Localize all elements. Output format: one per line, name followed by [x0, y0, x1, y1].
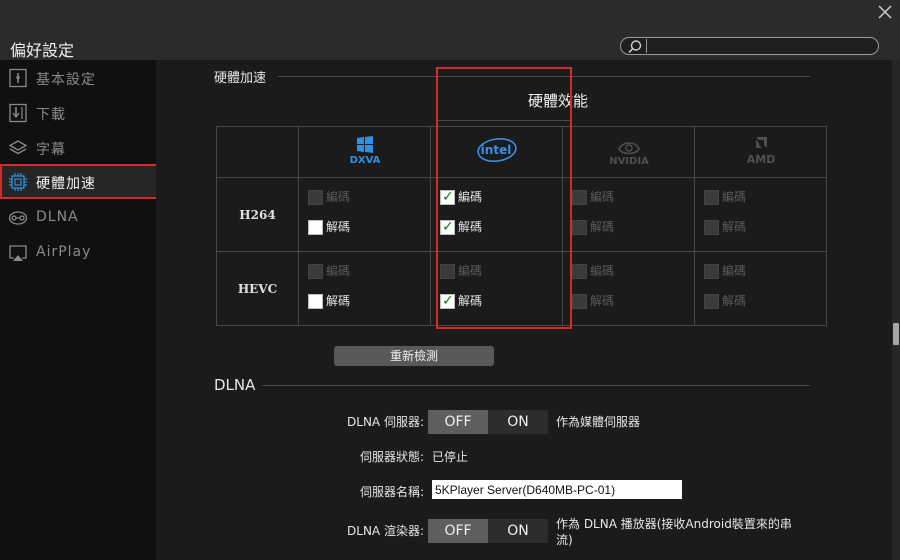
windows-dxva-logo: DXVA: [349, 136, 380, 165]
sidebar-item-label: 字幕: [36, 142, 66, 158]
section-title-dlna: DLNA: [214, 376, 256, 394]
cell-hevc-nvidia: 編碼 解碼: [562, 251, 695, 326]
dlna-renderer-label: DLNA 渲染器:: [347, 524, 424, 538]
table-corner-cell: [216, 126, 299, 178]
download-icon: [9, 103, 27, 123]
cell-hevc-amd: 編碼 解碼: [694, 251, 827, 326]
cell-hevc-intel: 編碼 ✓ 解碼: [430, 251, 563, 326]
server-name-input[interactable]: [432, 480, 682, 499]
table-row-hevc: HEVC 編碼 解碼 編碼 ✓ 解碼 編碼 解碼 編碼 解碼: [216, 251, 827, 326]
codec-label: HEVC: [216, 251, 299, 326]
cell-h264-nvidia: 編碼 解碼: [562, 177, 695, 252]
sidebar-item-label: AirPlay: [36, 244, 92, 260]
sidebar-item-basic-settings[interactable]: 基本設定: [0, 60, 164, 95]
close-icon: [878, 5, 892, 19]
sidebar-item-label: 基本設定: [36, 72, 96, 88]
column-header-intel: intel: [430, 126, 563, 178]
checkmark-icon: ✓: [442, 219, 454, 235]
column-header-label: NVIDIA: [609, 156, 649, 165]
sidebar-item-download[interactable]: 下載: [0, 95, 164, 130]
server-status-label: 伺服器狀態:: [359, 450, 424, 464]
sidebar-item-dlna[interactable]: DLNA: [0, 200, 164, 235]
sidebar-item-label: DLNA: [36, 209, 79, 225]
amd-logo: AMD: [746, 137, 775, 165]
dlna-server-on-button[interactable]: ON: [488, 410, 548, 434]
dlna-server-toggle[interactable]: OFF ON: [428, 410, 548, 434]
column-header-label: DXVA: [349, 155, 380, 165]
vertical-scrollbar[interactable]: [892, 60, 900, 560]
airplay-icon: [9, 245, 27, 261]
dlna-renderer-toggle[interactable]: OFF ON: [428, 519, 548, 543]
cell-hevc-dxva: 編碼 解碼: [298, 251, 431, 326]
column-header-dxva: DXVA: [298, 126, 431, 178]
sidebar-item-label: 下載: [36, 107, 66, 123]
dlna-renderer-note-line2: 流): [556, 533, 573, 547]
redetect-button[interactable]: 重新檢測: [334, 346, 494, 366]
table-header-row: DXVA intel NVIDIA AMD: [216, 126, 827, 178]
dlna-server-off-button[interactable]: OFF: [428, 410, 488, 434]
section-divider: [278, 76, 810, 77]
column-header-label: intel: [480, 143, 511, 157]
table-row-h264: H264 編碼 解碼 ✓ 編碼 ✓ 解碼 編碼 解碼 編碼 解碼: [216, 177, 827, 252]
cell-h264-intel: ✓ 編碼 ✓ 解碼: [430, 177, 563, 252]
sidebar-item-airplay[interactable]: AirPlay: [0, 235, 164, 270]
checkmark-icon: ✓: [442, 293, 454, 309]
dlna-server-note: 作為媒體伺服器: [556, 415, 641, 429]
section-divider: [262, 385, 810, 386]
cell-h264-dxva: 編碼 解碼: [298, 177, 431, 252]
dlna-renderer-off-button[interactable]: OFF: [428, 519, 488, 543]
title-bar: 偏好設定: [0, 0, 900, 60]
dlna-renderer-note: 作為 DLNA 播放器(接收Android裝置來的串: [556, 517, 792, 531]
search-box[interactable]: [620, 37, 879, 55]
server-status-value: 已停止: [432, 450, 469, 464]
dlna-renderer-on-button[interactable]: ON: [488, 519, 548, 543]
codec-label: H264: [216, 177, 299, 252]
dlna-icon: [8, 211, 28, 225]
checkmark-icon: ✓: [442, 189, 454, 205]
server-name-label: 伺服器名稱:: [359, 485, 424, 499]
window-title: 偏好設定: [10, 41, 75, 60]
main-panel: 硬體加速 硬體效能 DXVA intel NVIDIA AMD H264 編碼 …: [156, 60, 892, 560]
chip-icon: [9, 173, 27, 191]
performance-divider: [438, 120, 570, 121]
nvidia-logo: NVIDIA: [609, 142, 649, 165]
intel-logo: intel: [476, 137, 517, 163]
column-header-label: AMD: [746, 153, 775, 165]
layers-icon: [8, 140, 28, 155]
scrollbar-thumb[interactable]: [893, 323, 899, 345]
sidebar-item-label: 硬體加速: [36, 176, 96, 192]
section-title-hardware: 硬體加速: [214, 71, 267, 86]
column-header-nvidia: NVIDIA: [562, 126, 695, 178]
dlna-server-label: DLNA 伺服器:: [347, 415, 424, 429]
sidebar-item-hardware-acceleration[interactable]: 硬體加速: [0, 164, 164, 199]
close-button[interactable]: [876, 3, 894, 21]
cell-h264-amd: 編碼 解碼: [694, 177, 827, 252]
hardware-performance-label: 硬體效能: [527, 92, 588, 110]
column-header-amd: AMD: [694, 126, 827, 178]
sidebar-item-subtitles[interactable]: 字幕: [0, 130, 164, 165]
search-input[interactable]: [646, 39, 874, 53]
hardware-table: DXVA intel NVIDIA AMD H264 編碼 解碼 ✓ 編碼 ✓ …: [216, 126, 827, 326]
settings-panel-icon: [9, 68, 27, 88]
search-icon[interactable]: [627, 39, 643, 54]
sidebar: 基本設定 下載 字幕 硬體加速 DLNA AirPlay: [0, 60, 164, 560]
